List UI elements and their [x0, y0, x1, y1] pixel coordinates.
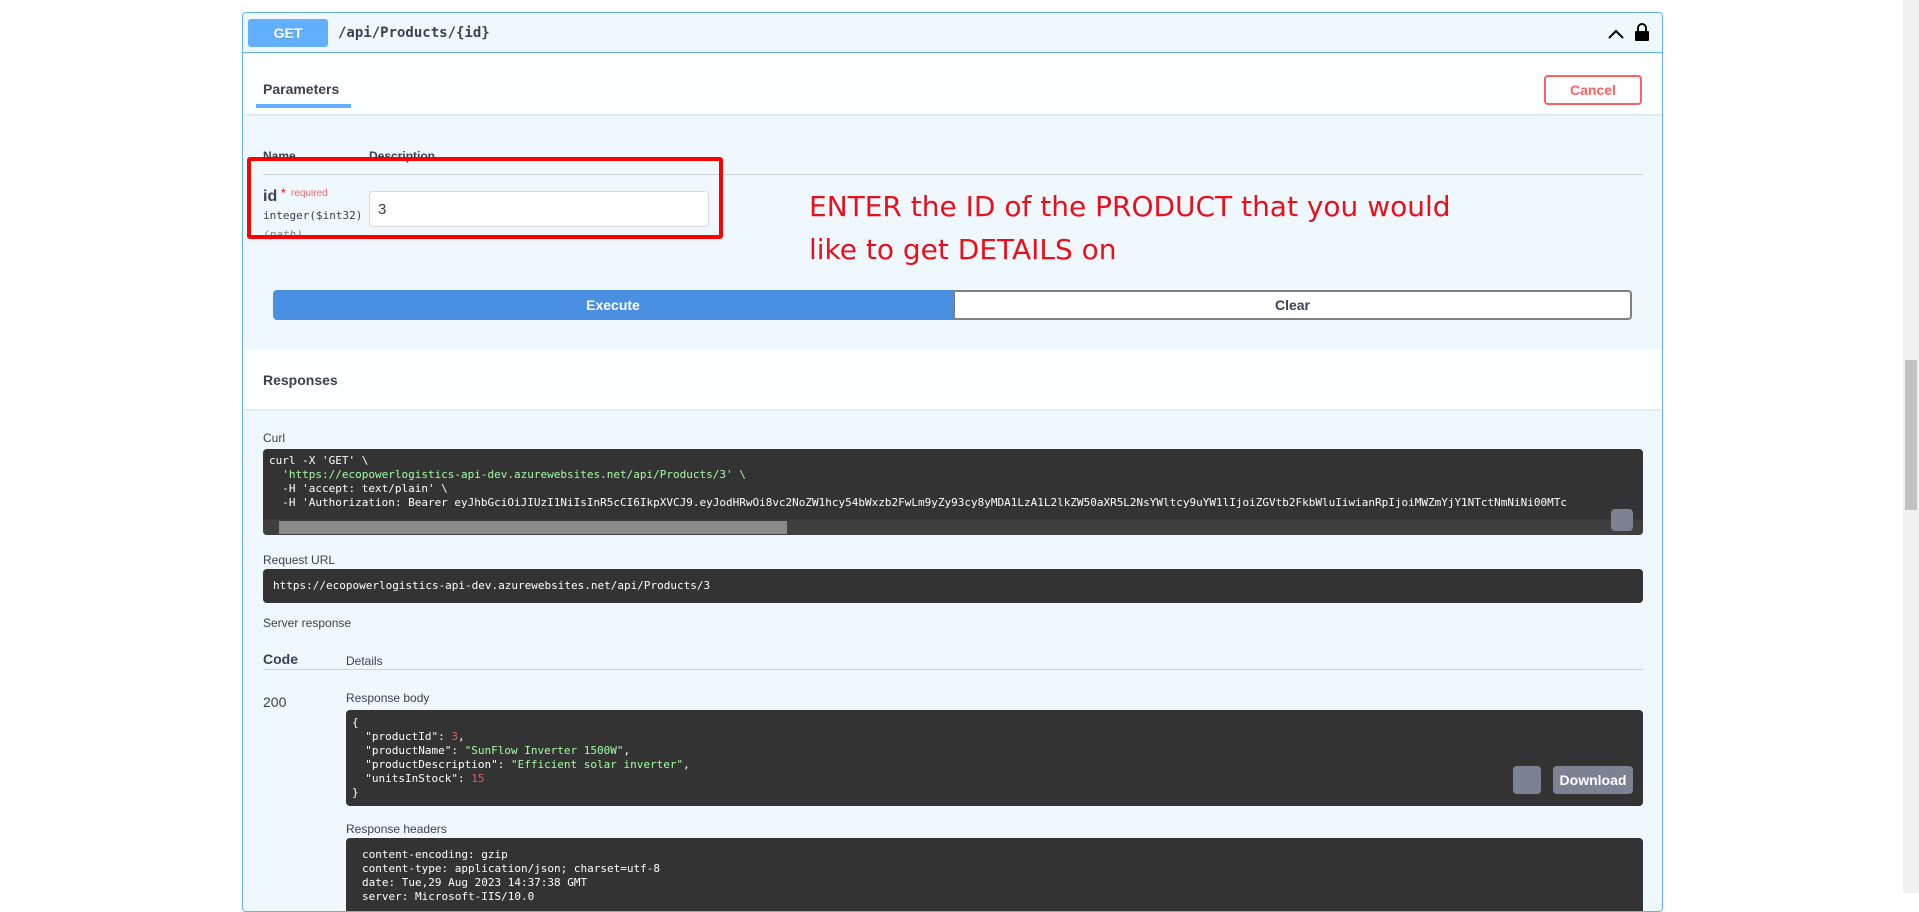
scrollbar-thumb[interactable] [279, 521, 787, 534]
json-line: "productName": "SunFlow Inverter 1500W", [365, 744, 631, 757]
json-value: 15 [471, 772, 485, 785]
header-line: server: Microsoft-IIS/10.0 [362, 890, 535, 903]
json-key: "unitsInStock" [365, 772, 458, 785]
operation-block: GET /api/Products/{id} Parameters Cancel… [242, 12, 1663, 912]
operation-path: /api/Products/{id} [338, 25, 490, 41]
json-key: "productName" [365, 744, 452, 757]
request-url-label: Request URL [263, 553, 336, 567]
request-url-block[interactable]: https://ecopowerlogistics-api-dev.azurew… [263, 569, 1643, 603]
curl-line: 'https://ecopowerlogistics-api-dev.azure… [269, 468, 746, 481]
parameters-header: Parameters Cancel [243, 54, 1662, 114]
cancel-button[interactable]: Cancel [1544, 75, 1642, 105]
json-value: "Efficient solar inverter" [510, 758, 684, 771]
request-url: https://ecopowerlogistics-api-dev.azurew… [273, 579, 711, 592]
response-body-block[interactable]: { "productId": 3, "productName": "SunFlo… [346, 710, 1643, 806]
http-method-badge: GET [248, 19, 328, 47]
response-body-label: Response body [346, 691, 430, 705]
page-scrollbar-thumb[interactable] [1905, 360, 1917, 510]
lock-icon[interactable] [1634, 22, 1650, 42]
curl-line: -H 'Authorization: Bearer eyJhbGciOiJIUz… [269, 496, 1568, 509]
json-key: "productDescription" [365, 758, 498, 771]
server-response-label: Server response [263, 616, 352, 630]
clear-button[interactable]: Clear [953, 290, 1632, 320]
json-line: "unitsInStock": 15 [365, 772, 485, 785]
operation-summary[interactable]: GET /api/Products/{id} [243, 13, 1662, 53]
curl-label: Curl [263, 431, 286, 445]
json-value: 3 [451, 730, 458, 743]
json-value: "SunFlow Inverter 1500W" [464, 744, 624, 757]
json-line: "productDescription": "Efficient solar i… [365, 758, 690, 771]
json-line: "productId": 3, [365, 730, 465, 743]
curl-line: curl -X 'GET' \ [269, 454, 369, 467]
status-code: 200 [263, 694, 287, 710]
json-open: { [352, 716, 359, 729]
header-line: content-type: application/json; charset=… [362, 862, 661, 875]
json-key: "productId" [365, 730, 439, 743]
response-headers-label: Response headers [346, 822, 447, 836]
copy-curl-icon[interactable] [1611, 509, 1633, 531]
highlight-box [247, 157, 723, 239]
response-headers-block[interactable]: content-encoding: gzip content-type: appl… [346, 838, 1643, 911]
json-close: } [352, 786, 359, 799]
header-line: date: Tue,29 Aug 2023 14:37:38 GMT [362, 876, 588, 889]
code-header: Code [263, 651, 298, 667]
divider [263, 669, 1643, 670]
annotation-line-2: like to get DETAILS on [809, 233, 1117, 266]
tab-active-indicator [256, 104, 351, 108]
tab-parameters[interactable]: Parameters [263, 81, 339, 97]
instruction-annotation: ENTER the ID of the PRODUCT that you wou… [809, 185, 1509, 271]
responses-header: Responses [243, 349, 1662, 409]
download-button[interactable]: Download [1553, 766, 1633, 794]
curl-code-block[interactable]: curl -X 'GET' \ 'https://ecopowerlogisti… [263, 449, 1643, 535]
header-line: content-encoding: gzip [362, 848, 508, 861]
annotation-line-1: ENTER the ID of the PRODUCT that you wou… [809, 190, 1451, 223]
copy-response-icon[interactable] [1513, 766, 1541, 794]
execute-button[interactable]: Execute [273, 290, 953, 320]
responses-title: Responses [263, 372, 338, 388]
chevron-up-icon[interactable] [1606, 26, 1626, 42]
curl-line: -H 'accept: text/plain' \ [269, 482, 448, 495]
details-header: Details [346, 654, 383, 668]
